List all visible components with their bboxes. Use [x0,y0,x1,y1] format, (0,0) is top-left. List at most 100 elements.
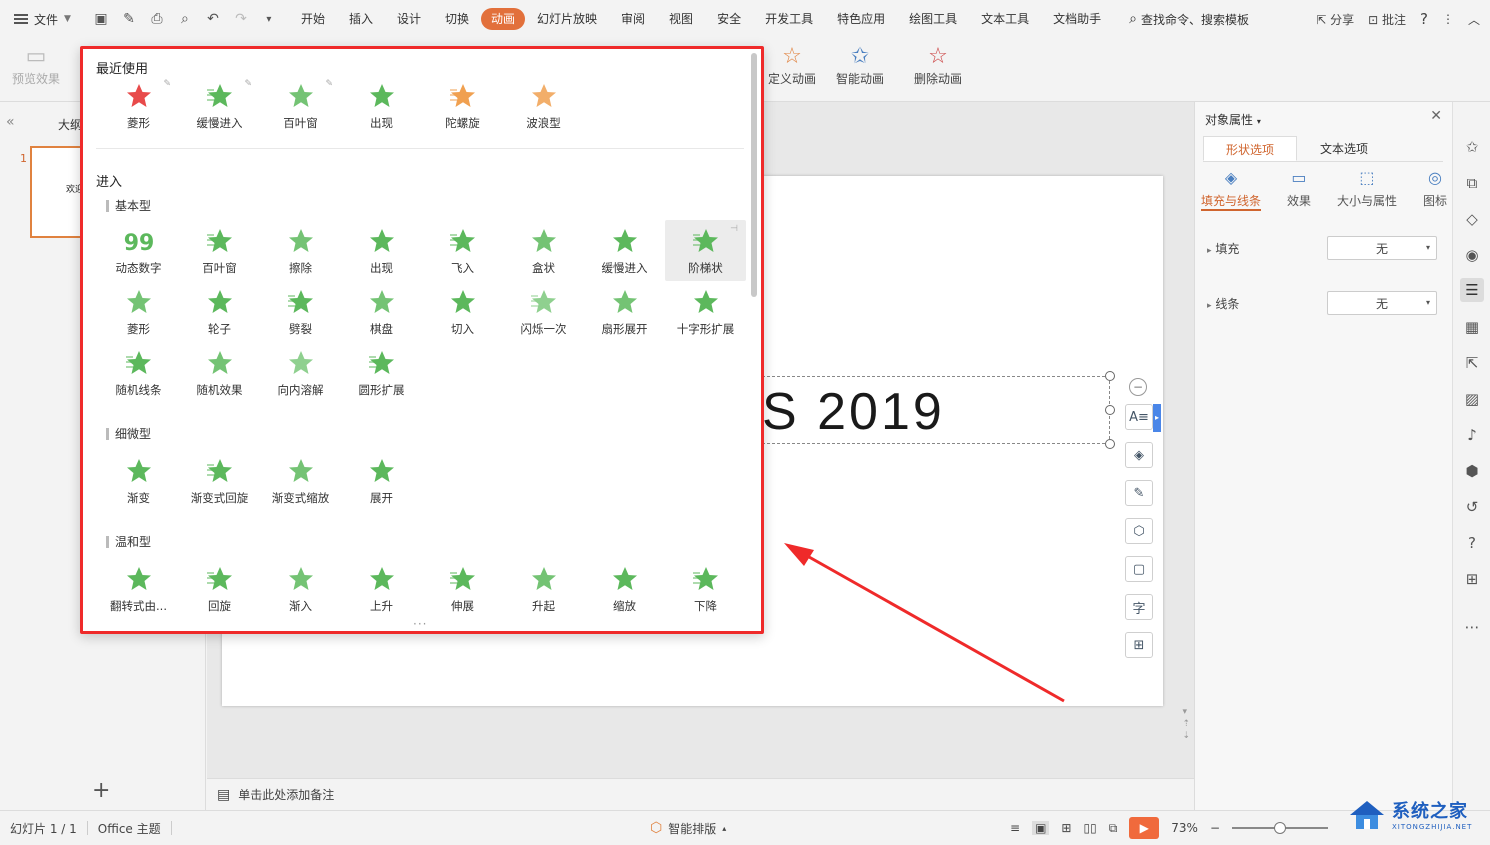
print-icon[interactable]: ⎙ [149,11,165,27]
animation-item[interactable]: 闪烁一次 [503,281,584,342]
resize-handle[interactable] [1105,371,1115,381]
tab-10[interactable]: 特色应用 [825,8,897,30]
collapse-toolbar-button[interactable]: − [1129,378,1147,396]
shapes-icon[interactable]: ◇ [1463,210,1481,228]
apps-icon[interactable]: ⊞ [1463,570,1481,588]
animation-item[interactable]: 缓慢进入 ✎ [179,75,260,136]
animation-item[interactable]: 波浪型 [503,75,584,136]
line-label[interactable]: ▸ 线条 [1207,295,1327,312]
play-icon[interactable]: ▶ [1129,817,1160,839]
resize-handle[interactable] [1105,405,1115,415]
presenter-view-icon[interactable]: ⧉ [1109,821,1118,836]
animation-item[interactable]: 翻转式由... [98,558,179,619]
animation-item[interactable]: 缓慢进入 [584,220,665,281]
tab-1[interactable]: 插入 [337,8,385,30]
animation-item[interactable]: 圆形扩展 [341,342,422,403]
animation-item[interactable]: 扇形展开 [584,281,665,342]
pin-icon[interactable]: ⊣ [730,224,738,234]
reading-view-icon[interactable]: ▯▯ [1083,821,1096,835]
animation-item[interactable]: 百叶窗 [179,220,260,281]
tab-6[interactable]: 审阅 [609,8,657,30]
animation-item[interactable]: 飞入 [422,220,503,281]
animation-item[interactable]: 渐入 [260,558,341,619]
animation-item[interactable]: 切入 [422,281,503,342]
notes-bar[interactable]: ▤ 单击此处添加备注 [207,778,1194,810]
animation-item[interactable]: 渐变式缩放 [260,450,341,511]
tab-13[interactable]: 文档助手 [1041,8,1113,30]
command-search[interactable]: ⌕ 查找命令、搜索模板 [1129,11,1249,28]
tab-4[interactable]: 动画 [481,8,526,30]
comment-button[interactable]: ⊡ 批注 [1368,11,1406,28]
animation-item[interactable]: 出现 [341,220,422,281]
transition-icon[interactable]: ⧉ [1463,174,1481,192]
animation-item[interactable]: 升起 [503,558,584,619]
format-painter-icon[interactable]: ✎ [121,11,137,27]
animation-item[interactable]: 下降 [665,558,746,619]
sorter-view-icon[interactable]: ⊞ [1061,821,1071,835]
tab-text-options[interactable]: 文本选项 [1297,136,1391,161]
line-select[interactable]: 无 ▾ [1327,291,1437,315]
zoom-slider-knob[interactable] [1274,822,1286,834]
properties-icon[interactable]: ☰ [1460,278,1484,302]
more-icon[interactable]: ⋮ [1442,12,1454,26]
animation-item[interactable]: 渐变式回旋 [179,450,260,511]
animation-item[interactable]: 阶梯状 ⊣ [665,220,746,281]
tab-shape-options[interactable]: 形状选项 [1203,136,1297,161]
add-slide-icon[interactable]: + [92,778,110,803]
animation-item[interactable]: 盒状 [503,220,584,281]
tab-3[interactable]: 切换 [433,8,481,30]
outline-tab[interactable]: 大纲 [58,116,82,133]
arrange-icon[interactable]: ⊞ [1125,632,1153,658]
tab-0[interactable]: 开始 [289,8,337,30]
audio-icon[interactable]: ♪ [1463,426,1481,444]
animation-item[interactable]: 缩放 [584,558,665,619]
animation-item[interactable]: 棋盘 [341,281,422,342]
animation-item[interactable]: 菱形 [98,281,179,342]
tab-11[interactable]: 绘图工具 [897,8,969,30]
layers-icon[interactable]: ◈ [1125,442,1153,468]
notes-toggle-icon[interactable]: ≡ [1010,821,1020,835]
help-icon[interactable]: ? [1463,534,1481,552]
print-preview-icon[interactable]: ⌕ [177,11,193,27]
text-style-icon[interactable]: A≡ [1125,404,1153,430]
share-button[interactable]: ⇱ 分享 [1316,11,1354,28]
image-icon[interactable]: ▨ [1463,390,1481,408]
delete-animation-button[interactable]: ☆ 删除动画 [914,42,962,87]
animation-item[interactable]: 向内溶解 [260,342,341,403]
tab-9[interactable]: 开发工具 [753,8,825,30]
custom-animation-button[interactable]: ☆ 定义动画 [768,42,816,87]
pin-icon[interactable]: ✎ [163,79,171,89]
close-icon[interactable]: ✕ [1430,108,1442,124]
animation-item[interactable]: 劈裂 [260,281,341,342]
animation-item[interactable]: 上升 [341,558,422,619]
animation-item[interactable]: 随机效果 [179,342,260,403]
save-icon[interactable]: ▣ [93,11,109,27]
normal-view-icon[interactable]: ▣ [1032,821,1050,835]
more-icon[interactable]: ⋯ [1463,618,1481,636]
undo-icon[interactable]: ↶ [205,11,221,27]
animation-item[interactable]: 十字形扩展 [665,281,746,342]
file-menu[interactable]: 文件 ▼ [0,11,81,28]
animation-item[interactable]: 轮子 [179,281,260,342]
animation-item[interactable]: 回旋 [179,558,260,619]
animation-item[interactable]: 百叶窗 ✎ [260,75,341,136]
collapse-panel-icon[interactable]: « [6,114,15,130]
animation-item[interactable]: 渐变 [98,450,179,511]
expand-tab-icon[interactable]: ▸ [1153,404,1161,432]
animation-item[interactable]: 展开 [341,450,422,511]
tab-12[interactable]: 文本工具 [969,8,1041,30]
smart-animation-button[interactable]: ✩ 智能动画 [836,42,884,87]
zoom-level[interactable]: 73% [1171,821,1198,835]
fill-label[interactable]: ▸ 填充 [1207,240,1327,257]
gallery-scrollbar[interactable] [751,53,757,297]
slide-title-text[interactable]: S 2019 [762,382,945,442]
backup-icon[interactable]: ⬢ [1463,462,1481,480]
help-icon[interactable]: ? [1420,10,1428,28]
redo-icon[interactable]: ↷ [233,11,249,27]
gallery-icon[interactable]: ▦ [1463,318,1481,336]
fill-bucket-icon[interactable]: ⬡ [1125,518,1153,544]
share-icon[interactable]: ⇱ [1463,354,1481,372]
animation-icon[interactable]: ✩ [1463,138,1481,156]
preview-effect-button[interactable]: ▭ 预览效果 [12,42,60,87]
zoom-out-icon[interactable]: − [1210,821,1220,835]
